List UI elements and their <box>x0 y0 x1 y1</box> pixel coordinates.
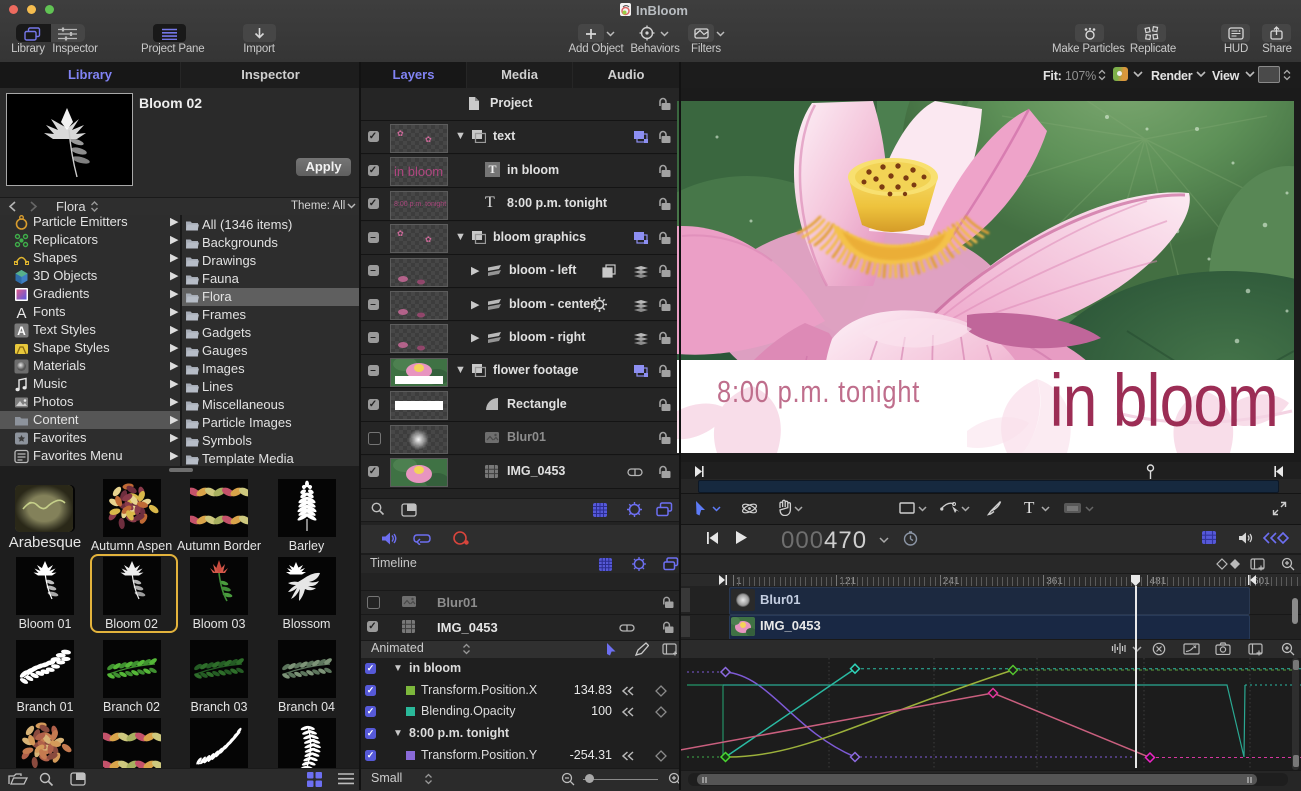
svg-text:in bloom: in bloom <box>1050 360 1278 442</box>
svg-text:A: A <box>17 324 26 338</box>
svg-text:8:00 p.m. tonight: 8:00 p.m. tonight <box>717 375 920 410</box>
svg-text:A: A <box>16 305 26 320</box>
